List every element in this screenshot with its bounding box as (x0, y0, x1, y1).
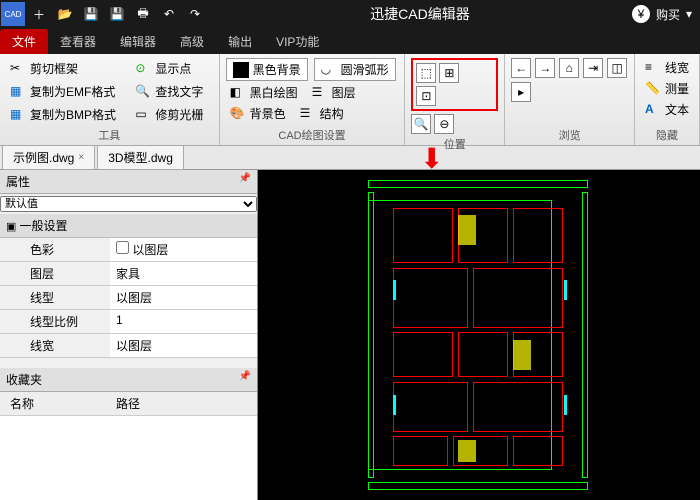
print-icon[interactable]: 🖶 (131, 2, 155, 26)
nav-left-icon[interactable]: ← (511, 58, 531, 78)
tab-output[interactable]: 输出 (216, 29, 264, 54)
copy-emf-button[interactable]: ▦复制为EMF格式 (6, 81, 125, 102)
palette-icon: 🎨 (230, 106, 246, 122)
group-hide-label: 隐藏 (641, 127, 693, 143)
fav-col-name: 名称 (0, 392, 110, 415)
table-row[interactable]: 图层家具 (0, 262, 257, 286)
pin-icon[interactable]: 📌 (239, 371, 251, 388)
properties-panel: 属性 📌 默认值 ▣ 一般设置 色彩 以图层 图层家具 线型以图层 线型比例1 线… (0, 170, 258, 500)
scissors-icon: ✂ (10, 61, 26, 77)
nav-tool-5[interactable]: ◫ (607, 58, 627, 78)
tab-file[interactable]: 文件 (0, 29, 48, 54)
redo-icon[interactable]: ↷ (183, 2, 207, 26)
layer-icon: ☰ (312, 85, 328, 101)
open-icon[interactable]: 📂 (53, 2, 77, 26)
buy-link[interactable]: 购买 (656, 6, 680, 23)
cad-logo-icon: CAD (1, 2, 25, 26)
fav-list (0, 416, 257, 500)
bylayer-checkbox[interactable] (116, 241, 129, 254)
nav-end-icon[interactable]: ⇥ (583, 58, 603, 78)
black-bg-button[interactable]: 黑色背景 (226, 58, 308, 81)
bw-draw-button[interactable]: ◧黑白绘图 (226, 83, 302, 102)
layer-button[interactable]: ☰图层 (308, 83, 360, 102)
measure-button[interactable]: 📏测量 (641, 79, 693, 98)
save-icon[interactable]: 💾 (79, 2, 103, 26)
structure-icon: ☰ (300, 106, 316, 122)
props-title: 属性 (6, 173, 30, 190)
close-icon[interactable]: × (78, 152, 84, 163)
group-tool-label: 工具 (6, 127, 213, 143)
pin-icon[interactable]: 📌 (239, 173, 251, 190)
tab-viewer[interactable]: 查看器 (48, 29, 108, 54)
copy-bmp-button[interactable]: ▦复制为BMP格式 (6, 104, 125, 125)
saveas-icon[interactable]: 💾 (105, 2, 129, 26)
tab-advanced[interactable]: 高级 (168, 29, 216, 54)
structure-button[interactable]: ☰结构 (296, 104, 348, 123)
trim-raster-button[interactable]: ▭修剪光栅 (131, 104, 212, 125)
general-header[interactable]: ▣ 一般设置 (0, 214, 257, 238)
menu-tabs: 文件 查看器 编辑器 高级 输出 VIP功能 (0, 28, 700, 54)
table-row[interactable]: 线宽以图层 (0, 334, 257, 358)
undo-icon[interactable]: ↶ (157, 2, 181, 26)
floorplan-drawing (368, 180, 588, 490)
default-select[interactable]: 默认值 (0, 196, 257, 212)
bw-icon: ◧ (230, 85, 246, 101)
pos-tool-2[interactable]: ⊞ (439, 63, 459, 83)
new-icon[interactable]: ＋ (27, 2, 51, 26)
point-icon: ⊙ (135, 61, 151, 77)
clip-frame-button[interactable]: ✂剪切框架 (6, 58, 125, 79)
show-point-button[interactable]: ⊙显示点 (131, 58, 212, 79)
ribbon: ✂剪切框架 ⊙显示点 ▦复制为EMF格式 🔍查找文字 ▦复制为BMP格式 ▭修剪… (0, 54, 700, 146)
tab-vip[interactable]: VIP功能 (264, 29, 331, 54)
currency-icon[interactable]: ¥ (632, 5, 650, 23)
pos-tool-1[interactable]: ⬚ (416, 63, 436, 83)
fav-col-path: 路径 (110, 392, 257, 415)
table-row[interactable]: 线型比例1 (0, 310, 257, 334)
table-row[interactable]: 色彩 以图层 (0, 238, 257, 262)
pos-tool-5[interactable]: ⊖ (434, 114, 454, 134)
text-icon: A (645, 102, 661, 118)
nav-home-icon[interactable]: ⌂ (559, 58, 579, 78)
drawing-canvas[interactable] (258, 170, 700, 500)
dropdown-icon[interactable]: ▾ (686, 7, 692, 21)
nav-tool-6[interactable]: ▸ (511, 82, 531, 102)
find-text-button[interactable]: 🔍查找文字 (131, 81, 212, 102)
group-pos-label: 位置 (411, 136, 498, 152)
black-bg-icon (233, 62, 249, 78)
trim-icon: ▭ (135, 107, 151, 123)
pos-tool-3[interactable]: ⊡ (416, 86, 436, 106)
search-icon: 🔍 (135, 84, 151, 100)
position-highlight: ⬚ ⊞ ⊡ (411, 58, 498, 111)
bmp-icon: ▦ (10, 107, 26, 123)
group-cad-label: CAD绘图设置 (226, 127, 399, 143)
group-browse-label: 浏览 (511, 127, 628, 143)
doc-tab-2[interactable]: 3D模型.dwg (97, 145, 184, 170)
table-row[interactable]: 线型以图层 (0, 286, 257, 310)
ruler-icon: 📏 (645, 81, 661, 97)
fav-title: 收藏夹 (6, 371, 42, 388)
tab-editor[interactable]: 编辑器 (108, 29, 168, 54)
smooth-arc-button[interactable]: ◡圆滑弧形 (314, 58, 396, 81)
nav-right-icon[interactable]: → (535, 58, 555, 78)
doc-tab-1[interactable]: 示例图.dwg× (2, 145, 95, 170)
lineweight-icon: ≡ (645, 60, 661, 76)
emf-icon: ▦ (10, 84, 26, 100)
bgcolor-button[interactable]: 🎨背景色 (226, 104, 290, 123)
doc-tabs: 示例图.dwg× 3D模型.dwg (0, 146, 700, 170)
pos-tool-4[interactable]: 🔍 (411, 114, 431, 134)
text-button[interactable]: A文本 (641, 100, 693, 119)
lineweight-button[interactable]: ≡线宽 (641, 58, 693, 77)
app-title: 迅捷CAD编辑器 (208, 4, 632, 24)
arc-icon: ◡ (321, 62, 337, 78)
